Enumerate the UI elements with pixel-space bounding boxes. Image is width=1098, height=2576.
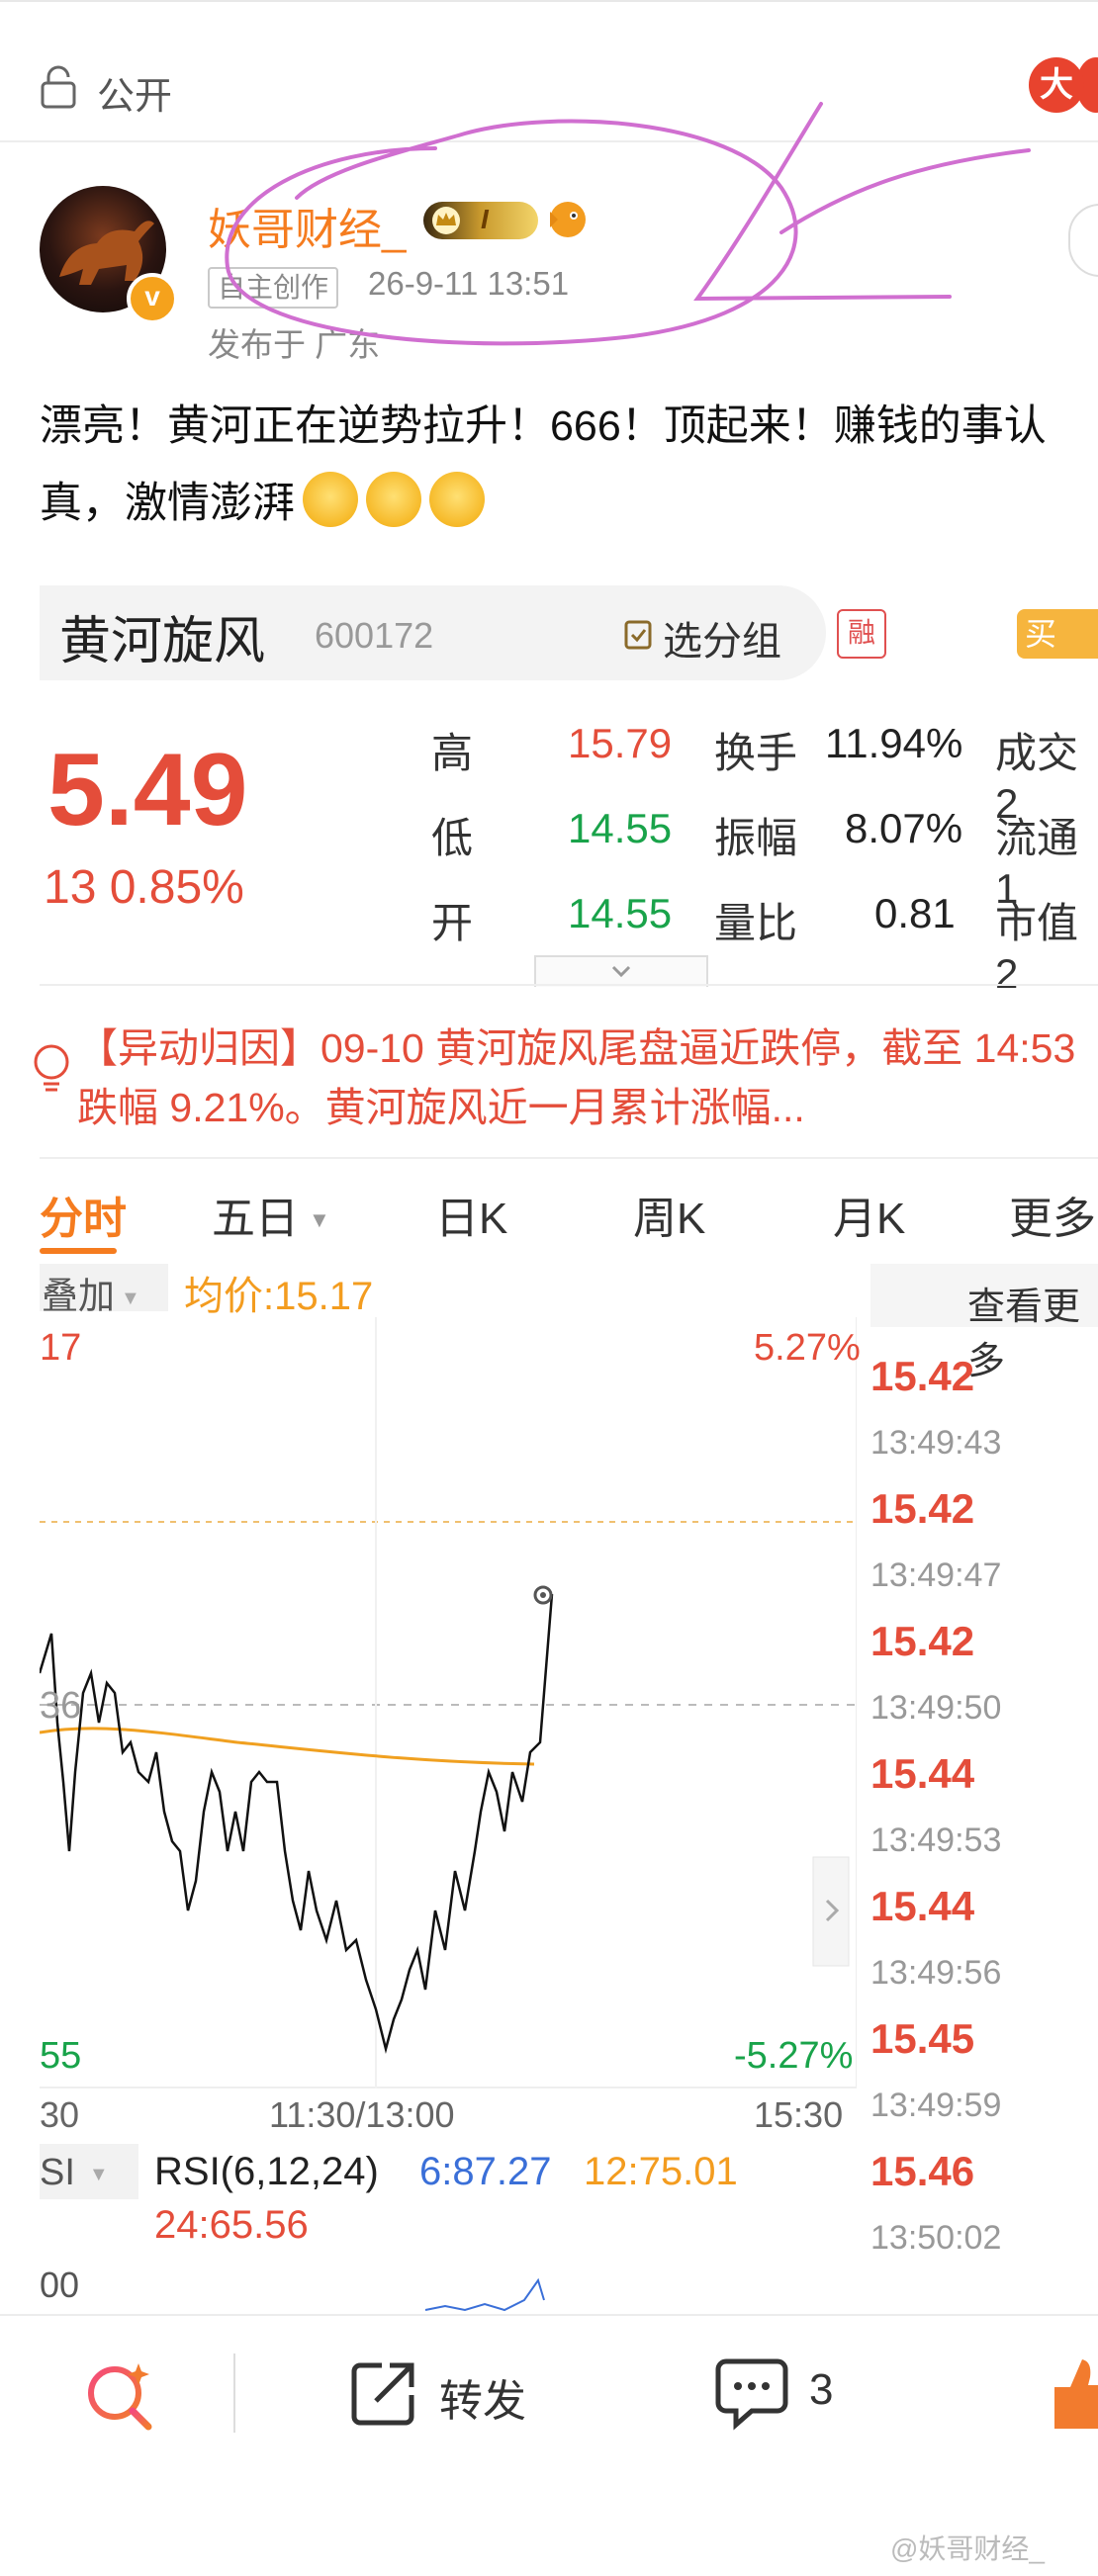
tick-time: 13:49:53 [870, 1821, 1002, 1859]
rsi-6-value: 6:87.27 [419, 2150, 552, 2193]
indicator-name-text: SI [40, 2152, 75, 2193]
time-axis-mid: 11:30/13:00 [269, 2094, 455, 2135]
y-axis-bottom: 55 [40, 2035, 82, 2077]
tab-daily-k[interactable]: 日K [435, 1183, 507, 1246]
intraday-chart[interactable] [40, 1258, 857, 2088]
pct-axis-top: 5.27% [754, 1327, 861, 1369]
tick-price: 15.42 [870, 1353, 975, 1399]
margin-tag: 融 [837, 609, 886, 659]
search-magic-icon[interactable] [81, 2355, 158, 2433]
stock-code: 600172 [315, 615, 434, 656]
dropdown-caret-icon: ▼ [309, 1207, 330, 1232]
turnover-label: 换手 [714, 730, 798, 776]
repost-button[interactable]: 转发 [439, 2365, 526, 2429]
open-value: 14.55 [568, 890, 673, 936]
tick-time: 13:49:59 [870, 2087, 1002, 2124]
tick-price: 15.44 [870, 1883, 975, 1929]
handwritten-circle-annotation [225, 102, 1031, 346]
volratio-value: 0.81 [874, 890, 956, 936]
comment-icon[interactable] [712, 2355, 791, 2431]
tab-monthly-k[interactable]: 月K [833, 1183, 905, 1246]
tick-price: 15.44 [870, 1750, 975, 1797]
like-icon[interactable] [1051, 2352, 1098, 2431]
tab-more[interactable]: 更多 [1009, 1183, 1096, 1246]
high-value: 15.79 [568, 720, 673, 766]
amplitude-value: 8.07% [845, 805, 963, 851]
repost-icon[interactable] [346, 2355, 421, 2431]
pct-axis-bottom: -5.27% [734, 2035, 854, 2077]
expand-quote-button[interactable] [534, 955, 708, 987]
dropdown-caret-icon: ▼ [121, 1288, 140, 1309]
tick-time: 13:49:56 [870, 1954, 1002, 1992]
y-axis-mid: 36 [40, 1685, 82, 1727]
tab-five-day[interactable]: 五日 ▼ [212, 1183, 330, 1246]
comment-count[interactable]: 3 [809, 2365, 833, 2415]
tick-time: 13:49:50 [870, 1689, 1002, 1727]
anomaly-reason[interactable]: 【异动归因】09-10 黄河旋风尾盘逼近跌停，截至 14:53 跌幅 9.21%… [77, 1019, 1098, 1137]
tab-intraday[interactable]: 分时 [40, 1183, 127, 1246]
chevron-down-icon [611, 965, 631, 978]
marketcap-label: 市值2 [995, 900, 1079, 997]
divider [40, 984, 1098, 986]
high-label: 高 [431, 730, 474, 776]
tick-time: 13:49:47 [870, 1556, 1002, 1594]
tab-five-day-label: 五日 [212, 1195, 299, 1243]
dropdown-caret-icon: ▼ [88, 2164, 109, 2185]
watermark: @妖哥财经_ [890, 2533, 1045, 2564]
tick-price: 15.42 [870, 1485, 975, 1532]
tick-list[interactable]: 15.42 13:49:43 15.42 13:49:47 15.42 13:4… [870, 1337, 1098, 2265]
y-axis-top: 17 [40, 1327, 82, 1369]
buy-button[interactable]: 买 [1017, 609, 1098, 659]
time-axis-end: 15:30 [754, 2094, 844, 2135]
rsi-axis-label: 00 [40, 2265, 80, 2305]
overlay-label: 叠加 ▼ [42, 1266, 140, 1319]
avg-price-label: 均价:15.17 [184, 1275, 374, 1318]
group-icon [624, 620, 652, 650]
overlay-text: 叠加 [42, 1276, 115, 1316]
turnover-value: 11.94% [825, 720, 963, 766]
stock-name[interactable]: 黄河旋风 [59, 599, 265, 673]
divider [233, 2354, 235, 2433]
divider [40, 1157, 1098, 1159]
open-label: 开 [431, 900, 474, 946]
amplitude-label: 振幅 [714, 815, 798, 861]
low-value: 14.55 [568, 805, 673, 851]
tab-weekly-k[interactable]: 周K [633, 1183, 705, 1246]
rsi-line-fragment [424, 2277, 545, 2312]
volratio-label: 量比 [714, 900, 798, 946]
price-change: 13 0.85% [44, 861, 244, 914]
low-label: 低 [431, 815, 474, 861]
tick-time: 13:49:43 [870, 1424, 1002, 1462]
rsi-24-value: 24:65.56 [154, 2203, 309, 2247]
indicator-name: SI ▼ [40, 2152, 109, 2194]
tick-price: 15.42 [870, 1618, 975, 1664]
time-axis-start: 30 [40, 2094, 80, 2135]
current-price: 5.49 [47, 733, 248, 847]
rsi-label: RSI(6,12,24) [154, 2150, 379, 2193]
tick-time: 13:50:02 [870, 2219, 1002, 2257]
rsi-12-value: 12:75.01 [584, 2150, 738, 2193]
select-group-button[interactable]: 选分组 [663, 609, 781, 666]
tick-price: 15.45 [870, 2015, 975, 2062]
lightbulb-icon [34, 1044, 69, 1092]
tick-price: 15.46 [870, 2148, 975, 2194]
tab-underline [40, 1248, 117, 1254]
